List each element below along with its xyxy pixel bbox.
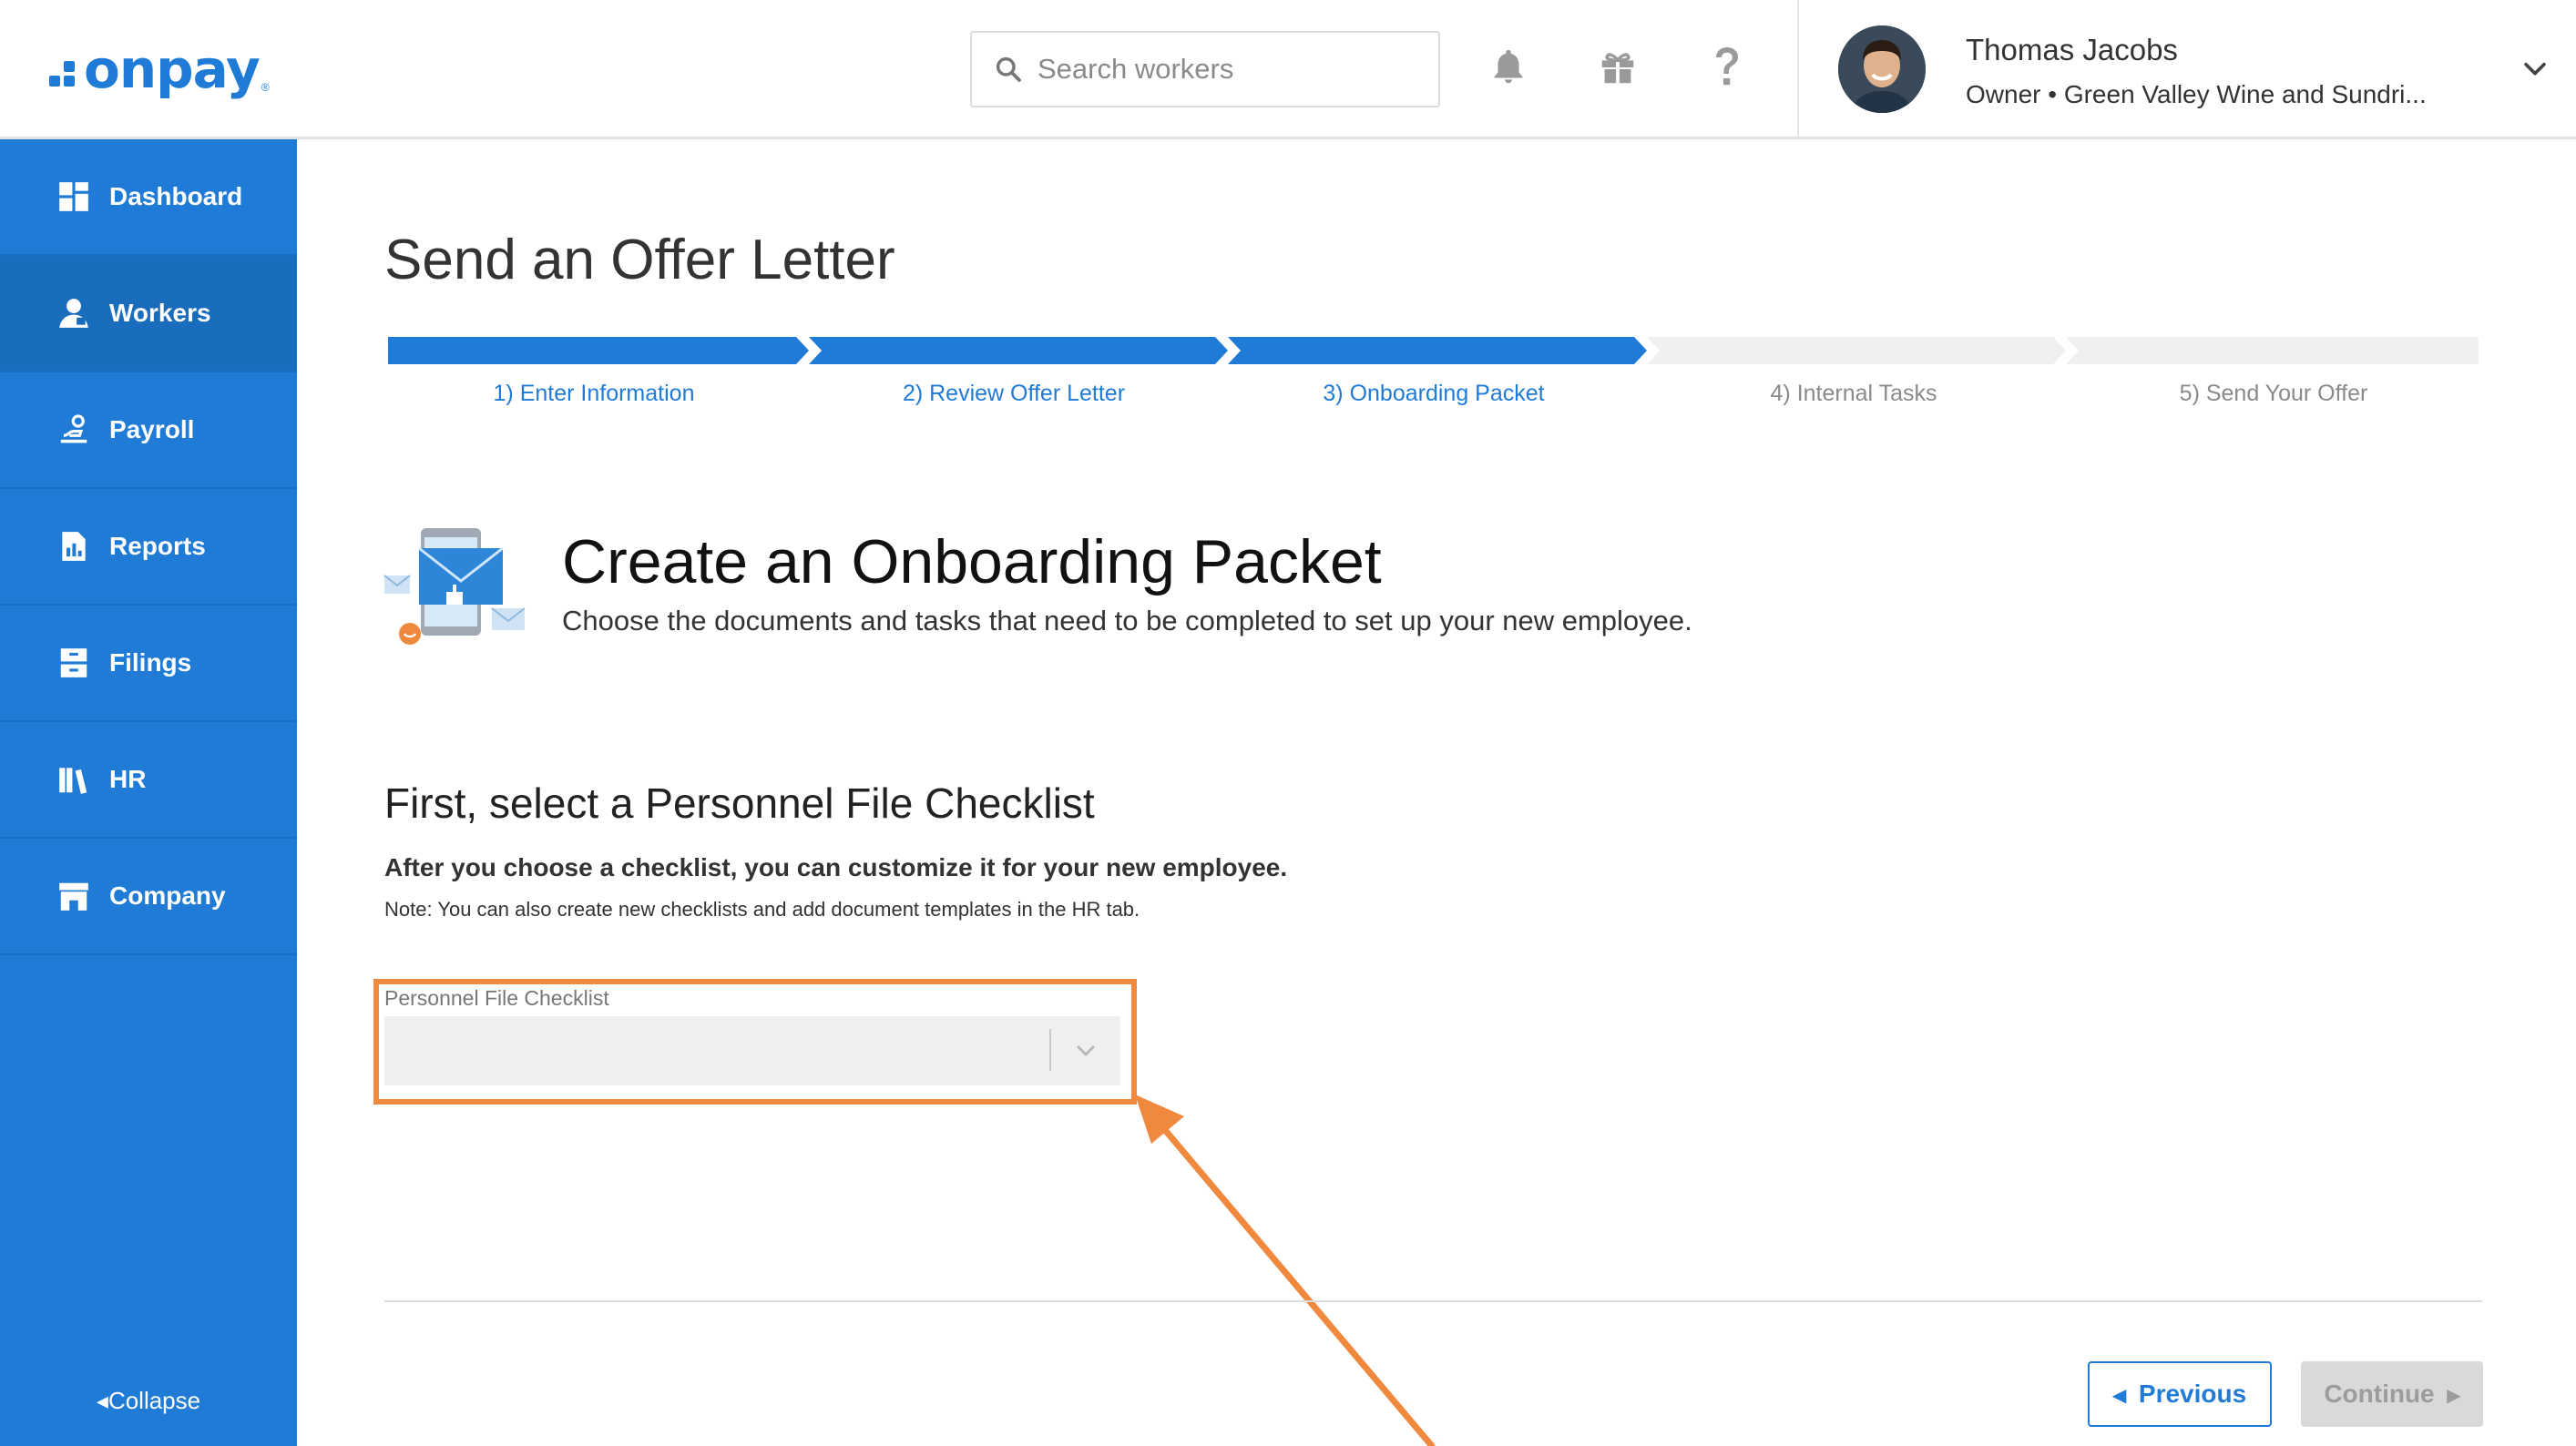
step-5-label: 5) Send Your Offer [2179, 381, 2368, 406]
sidebar: Dashboard Workers Payroll Reports Filing… [0, 139, 297, 1446]
gifts-button[interactable] [1592, 42, 1643, 93]
gift-icon [1601, 53, 1634, 84]
help-button[interactable] [1702, 42, 1753, 93]
workers-icon [59, 299, 88, 328]
sidebar-item-label: Reports [109, 532, 206, 560]
step-2-bar [809, 337, 1228, 364]
previous-label: Previous [2138, 1380, 2247, 1408]
step-3-label[interactable]: 3) Onboarding Packet [1224, 381, 1643, 407]
page-title: Send an Offer Letter [384, 229, 895, 291]
reports-icon [62, 532, 86, 561]
select-separator [1049, 1029, 1051, 1071]
notifications-button[interactable] [1483, 42, 1534, 93]
chevron-down-icon[interactable] [1071, 1036, 1100, 1065]
sidebar-item-reports[interactable]: Reports [0, 489, 297, 606]
dashboard-icon [59, 182, 88, 211]
sidebar-item-label: Dashboard [109, 182, 243, 210]
top-header: onpay ® Thomas Jacobs Owner • Green Vall… [0, 0, 2576, 139]
collapse-label: Collapse [107, 1387, 201, 1414]
company-icon [59, 882, 88, 911]
user-name[interactable]: Thomas Jacobs [1966, 33, 2178, 67]
sidebar-item-payroll[interactable]: Payroll [0, 372, 297, 489]
section-note: Note: You can also create new checklists… [384, 898, 1140, 921]
search-icon [996, 56, 1021, 82]
continue-label: Continue [2324, 1380, 2435, 1408]
step-4-bar [1647, 337, 2066, 364]
sidebar-item-label: Payroll [109, 415, 195, 443]
search-input[interactable] [1038, 53, 1420, 86]
annotation-arrow [1135, 1095, 1436, 1446]
packet-subtitle: Choose the documents and tasks that need… [562, 605, 1692, 636]
avatar[interactable] [1838, 25, 1926, 113]
personnel-checklist-select[interactable] [384, 1016, 1120, 1085]
previous-button[interactable]: ◂ Previous [2088, 1361, 2272, 1427]
bell-icon [1494, 49, 1523, 84]
sidebar-item-label: HR [109, 765, 147, 793]
sidebar-item-label: Filings [109, 648, 192, 677]
checklist-field-label: Personnel File Checklist [384, 986, 609, 1010]
caret-right-icon: ▸ [2447, 1380, 2460, 1409]
filings-icon [60, 648, 87, 677]
onpay-logo[interactable]: onpay ® [49, 36, 270, 102]
sidebar-item-workers[interactable]: Workers [0, 256, 297, 372]
progress-stepper [388, 337, 2479, 364]
user-photo-icon [1838, 25, 1926, 113]
step-2-label[interactable]: 2) Review Offer Letter [804, 381, 1223, 407]
collapse-sidebar-button[interactable]: ◂Collapse [0, 1387, 297, 1415]
sidebar-item-filings[interactable]: Filings [0, 606, 297, 722]
footer-divider [384, 1300, 2482, 1302]
registered-mark: ® [261, 81, 270, 94]
step-5-bar [2066, 337, 2479, 364]
search-box[interactable] [970, 31, 1440, 107]
packet-title: Create an Onboarding Packet [562, 527, 1382, 596]
chevron-left-icon: ◂ [96, 1387, 108, 1414]
header-divider [1797, 0, 1799, 137]
step-3-bar [1228, 337, 1647, 364]
hr-icon [59, 768, 87, 794]
sidebar-item-label: Company [109, 881, 226, 910]
continue-button[interactable]: Continue ▸ [2301, 1361, 2483, 1427]
caret-left-icon: ◂ [2112, 1380, 2126, 1409]
sidebar-item-label: Workers [109, 299, 211, 327]
step-1-bar [388, 337, 809, 364]
payroll-icon [60, 414, 87, 443]
logo-mark-icon [49, 61, 78, 90]
sidebar-item-company[interactable]: Company [0, 839, 297, 955]
section-instruction: After you choose a checklist, you can cu… [384, 853, 1288, 881]
step-4-label: 4) Internal Tasks [1770, 381, 1937, 406]
help-icon [1716, 47, 1738, 86]
onboarding-packet-icon [383, 528, 526, 645]
user-role[interactable]: Owner • Green Valley Wine and Sundri... [1966, 80, 2427, 109]
step-1-label[interactable]: 1) Enter Information [384, 381, 803, 407]
chevron-down-icon[interactable] [2520, 53, 2550, 84]
logo-wordmark: onpay [84, 38, 261, 100]
sidebar-item-hr[interactable]: HR [0, 722, 297, 839]
section-title: First, select a Personnel File Checklist [384, 779, 1095, 827]
sidebar-item-dashboard[interactable]: Dashboard [0, 139, 297, 256]
